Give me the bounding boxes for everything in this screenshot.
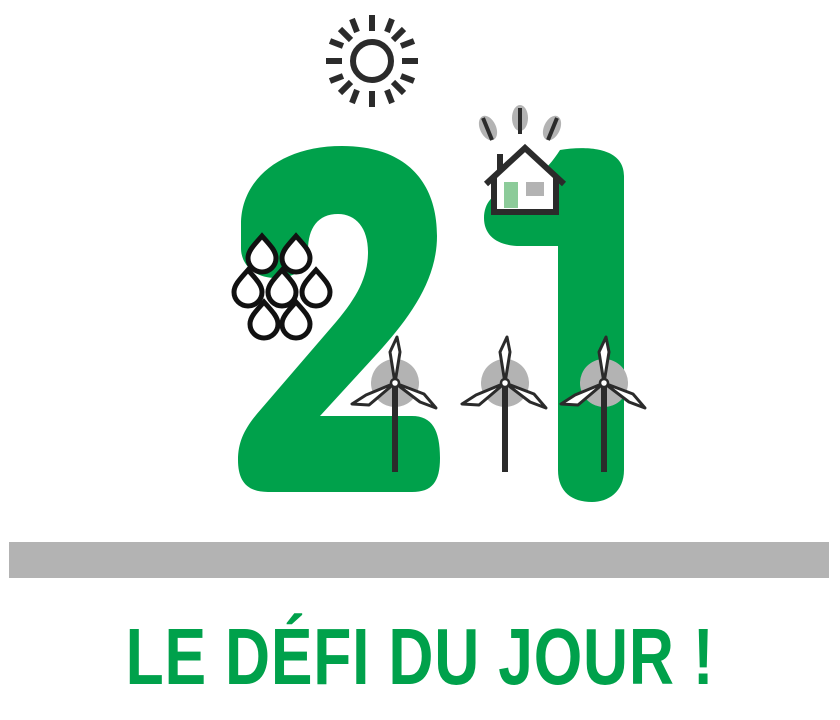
divider-bar — [9, 542, 829, 578]
wind-turbine-icon — [460, 335, 548, 472]
water-drop-icon — [231, 232, 333, 341]
leaf-icon — [478, 105, 562, 141]
house-icon — [483, 143, 567, 215]
sun-icon — [326, 15, 418, 107]
tagline: LE DÉFI DU JOUR ! — [125, 612, 715, 701]
